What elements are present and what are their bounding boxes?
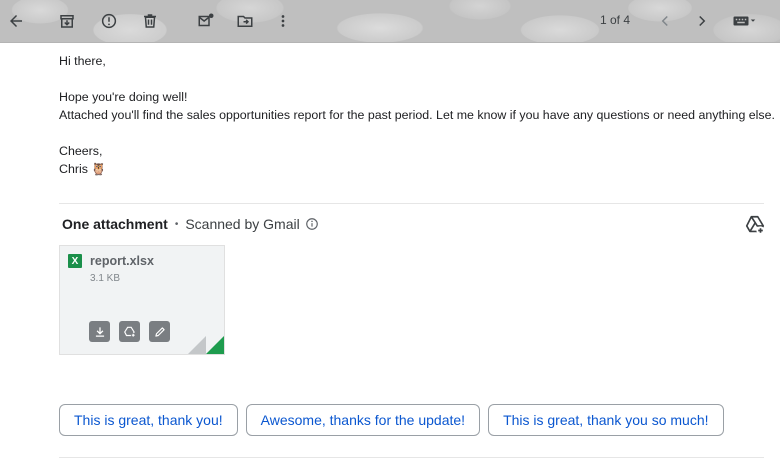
attachments-divider bbox=[59, 203, 764, 204]
keyboard-icon bbox=[733, 16, 756, 26]
report-spam-button[interactable] bbox=[95, 7, 123, 35]
message-toolbar: 1 of 4 bbox=[0, 0, 780, 43]
header-separator: • bbox=[174, 218, 179, 230]
smart-reply-2[interactable]: Awesome, thanks for the update! bbox=[245, 404, 481, 436]
attachments-header: One attachment • Scanned by Gmail bbox=[62, 216, 319, 232]
report-spam-icon bbox=[101, 13, 117, 29]
greeting-text: Hi there, bbox=[59, 54, 106, 68]
bottom-divider bbox=[59, 457, 764, 458]
attachments-title: One attachment bbox=[62, 216, 168, 232]
chevron-right-icon bbox=[699, 15, 706, 27]
add-to-drive-button[interactable] bbox=[119, 321, 140, 342]
body-line-2: Attached you'll find the sales opportuni… bbox=[59, 108, 775, 122]
download-button[interactable] bbox=[89, 321, 110, 342]
newer-button[interactable] bbox=[651, 7, 679, 35]
attachment-card[interactable]: X report.xlsx 3.1 KB bbox=[59, 245, 225, 355]
edit-button[interactable] bbox=[149, 321, 170, 342]
chevron-left-icon bbox=[661, 15, 668, 27]
smart-reply-3[interactable]: This is great, thank you so much! bbox=[488, 404, 724, 436]
smart-replies: This is great, thank you! Awesome, thank… bbox=[59, 404, 724, 436]
delete-button[interactable] bbox=[136, 7, 164, 35]
scanned-label: Scanned by Gmail bbox=[185, 216, 300, 232]
back-button[interactable] bbox=[2, 7, 30, 35]
move-to-icon bbox=[237, 15, 253, 27]
message-body: Hi there, Hope you're doing well! Attach… bbox=[59, 52, 775, 178]
page-fold-corner bbox=[206, 336, 224, 354]
pagination-count: 1 of 4 bbox=[600, 13, 631, 27]
delete-icon bbox=[144, 14, 156, 28]
body-line-1: Hope you're doing well! bbox=[59, 90, 188, 104]
signoff-text: Cheers, bbox=[59, 144, 103, 158]
mark-unread-button[interactable] bbox=[192, 7, 220, 35]
smart-reply-1[interactable]: This is great, thank you! bbox=[59, 404, 238, 436]
move-to-button[interactable] bbox=[231, 7, 259, 35]
signature-line: Chris 🦉 bbox=[59, 160, 769, 178]
more-vert-icon bbox=[281, 15, 285, 27]
page-fold-shadow bbox=[188, 336, 206, 354]
attachment-file-name: report.xlsx bbox=[90, 254, 154, 268]
mark-unread-icon bbox=[198, 13, 214, 27]
back-arrow-icon bbox=[10, 15, 22, 27]
attachment-file-size: 3.1 KB bbox=[90, 273, 121, 284]
owl-emoji-icon: 🦉 bbox=[91, 162, 107, 176]
archive-button[interactable] bbox=[53, 7, 81, 35]
excel-file-icon: X bbox=[68, 254, 82, 268]
info-icon[interactable] bbox=[305, 217, 319, 231]
older-button[interactable] bbox=[688, 7, 716, 35]
archive-icon bbox=[60, 15, 74, 28]
input-tools-button[interactable] bbox=[726, 7, 762, 35]
edit-icon bbox=[154, 326, 165, 337]
add-all-to-drive-icon[interactable] bbox=[744, 214, 766, 236]
download-icon bbox=[95, 326, 104, 337]
signature-name: Chris bbox=[59, 162, 88, 176]
more-options-button[interactable] bbox=[269, 7, 297, 35]
add-to-drive-icon bbox=[123, 326, 136, 338]
